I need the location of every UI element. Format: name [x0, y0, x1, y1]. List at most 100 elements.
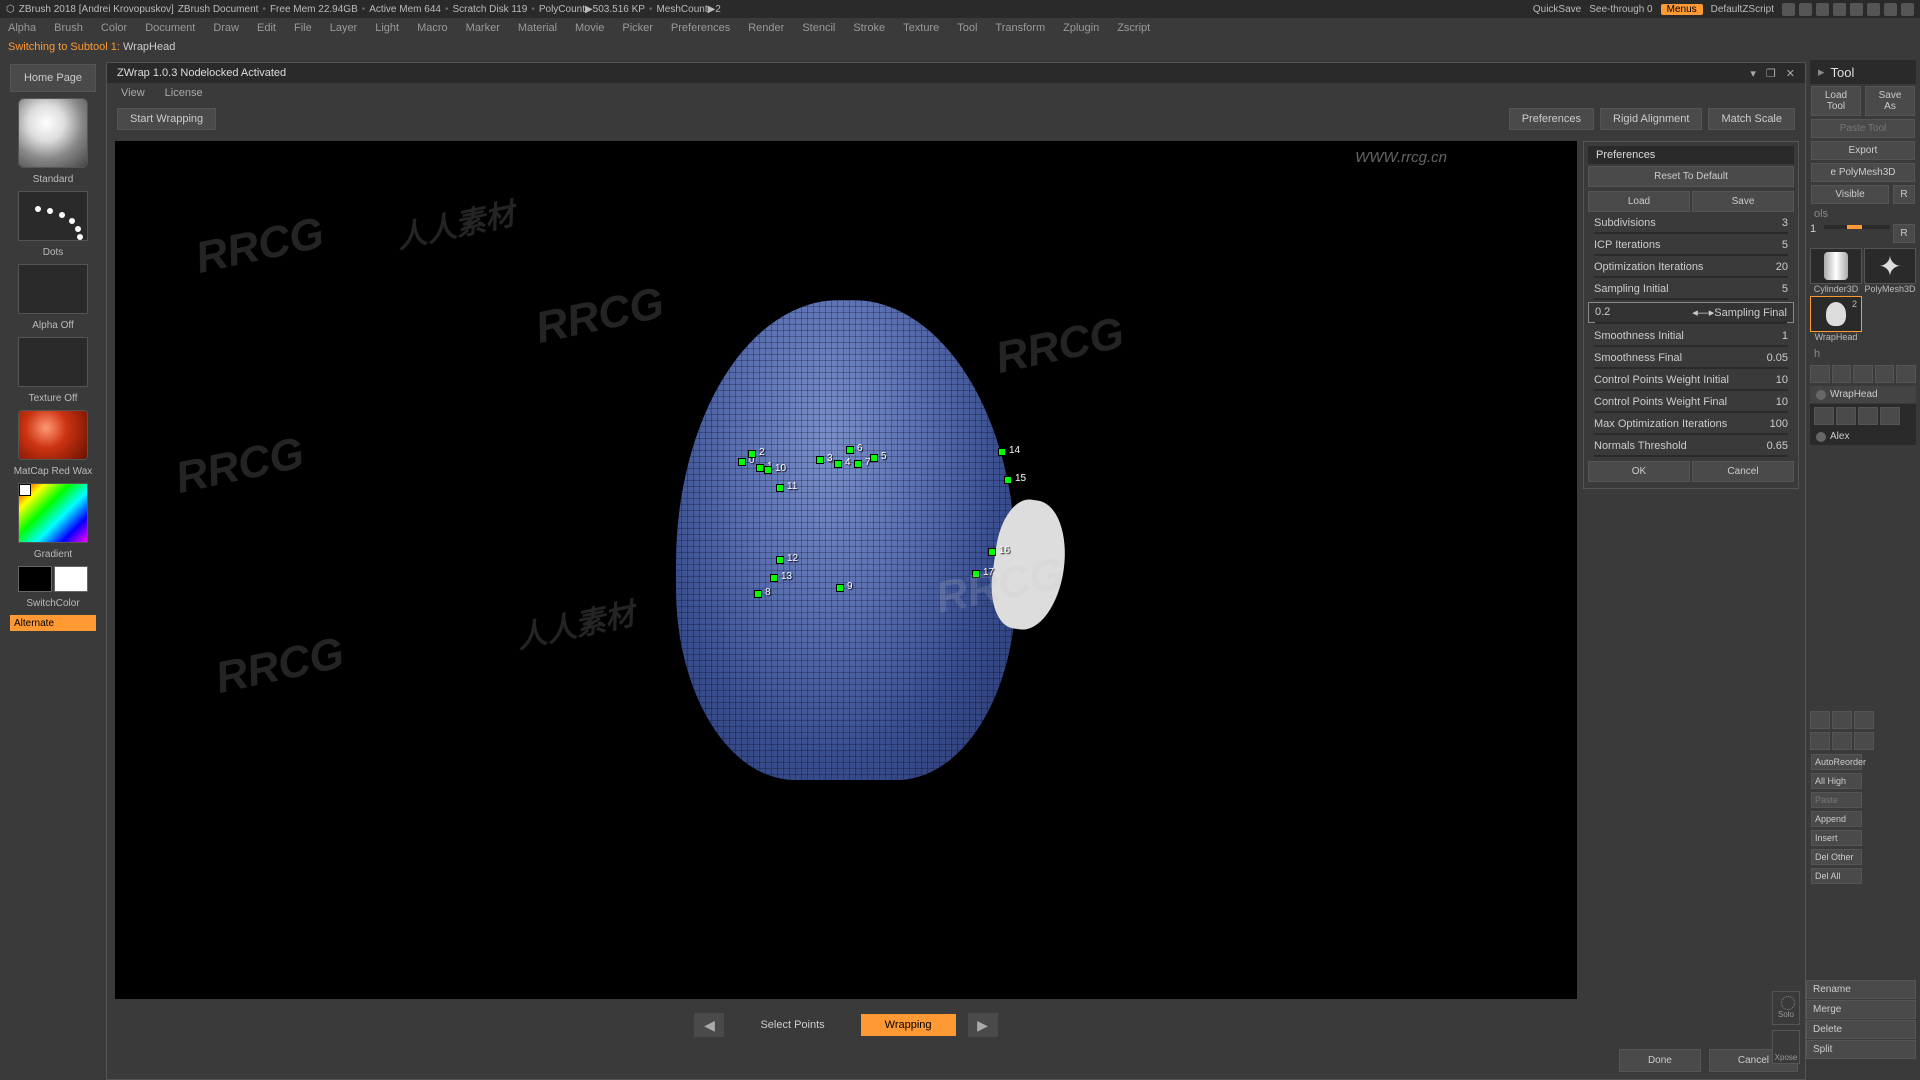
switchcolor-label[interactable]: SwitchColor: [26, 598, 79, 609]
swap-icon[interactable]: [1854, 732, 1874, 750]
step-select-points[interactable]: Select Points: [736, 1014, 848, 1036]
subtool-wraphead[interactable]: WrapHead: [1810, 386, 1916, 404]
stroke-thumbnail[interactable]: [18, 191, 88, 241]
menu-light[interactable]: Light: [375, 22, 399, 34]
color-picker[interactable]: [18, 483, 88, 543]
tool-cylinder[interactable]: Cylinder3D: [1810, 248, 1862, 294]
mini-icon[interactable]: [1896, 365, 1916, 383]
merge-button[interactable]: Merge: [1806, 1000, 1916, 1019]
subdivisions-slider[interactable]: Subdivisions3: [1588, 214, 1794, 232]
arrow-down-icon[interactable]: [1854, 711, 1874, 729]
maximize-icon[interactable]: [1884, 3, 1897, 16]
zwrap-menu-license[interactable]: License: [165, 87, 203, 99]
menu-layer[interactable]: Layer: [330, 22, 358, 34]
mini-icon[interactable]: [1810, 365, 1830, 383]
menu-transform[interactable]: Transform: [995, 22, 1045, 34]
menu-color[interactable]: Color: [101, 22, 127, 34]
subtool-vis-icon[interactable]: [1880, 407, 1900, 425]
menu-tool[interactable]: Tool: [957, 22, 977, 34]
zwrap-viewport[interactable]: WWW.rrcg.cn 0 1 2 3 4 5 6 7 8 9 10 11: [115, 141, 1577, 999]
make-polymesh-button[interactable]: e PolyMesh3D: [1811, 163, 1915, 182]
solo-button[interactable]: Solo: [1772, 991, 1800, 1025]
append-button[interactable]: Append: [1811, 811, 1862, 827]
max-opt-iterations-slider[interactable]: Max Optimization Iterations100: [1588, 415, 1794, 433]
step-wrapping[interactable]: Wrapping: [861, 1014, 956, 1036]
tool-polymesh[interactable]: ✦PolyMesh3D: [1864, 248, 1916, 294]
cp-weight-final-slider[interactable]: Control Points Weight Final10: [1588, 393, 1794, 411]
arrow-icon[interactable]: [1810, 732, 1830, 750]
lock-icon[interactable]: [1850, 3, 1863, 16]
default-zscript[interactable]: DefaultZScript: [1711, 4, 1774, 15]
rename-button[interactable]: Rename: [1806, 980, 1916, 999]
menu-alpha[interactable]: Alpha: [8, 22, 36, 34]
subtool-alex[interactable]: Alex: [1810, 428, 1916, 446]
cp-weight-initial-slider[interactable]: Control Points Weight Initial10: [1588, 371, 1794, 389]
delete-button[interactable]: Delete: [1806, 1020, 1916, 1039]
brush-thumbnail[interactable]: [18, 98, 88, 168]
zwrap-menu-view[interactable]: View: [121, 87, 145, 99]
allhigh-button[interactable]: All High: [1811, 773, 1862, 789]
tool-slider[interactable]: [1824, 225, 1890, 229]
close-icon[interactable]: ✕: [1786, 67, 1795, 80]
menu-stroke[interactable]: Stroke: [853, 22, 885, 34]
menu-document[interactable]: Document: [145, 22, 195, 34]
menu-picker[interactable]: Picker: [622, 22, 653, 34]
menu-texture[interactable]: Texture: [903, 22, 939, 34]
rigid-alignment-button[interactable]: Rigid Alignment: [1600, 108, 1702, 130]
pref-load-button[interactable]: Load: [1588, 191, 1690, 212]
done-button[interactable]: Done: [1619, 1049, 1701, 1072]
mini-icon[interactable]: [1853, 365, 1873, 383]
menu-zplugin[interactable]: Zplugin: [1063, 22, 1099, 34]
arrow-up-icon[interactable]: [1810, 711, 1830, 729]
r-button-2[interactable]: R: [1893, 224, 1915, 243]
pref-ok-button[interactable]: OK: [1588, 461, 1690, 482]
collapse-icon[interactable]: ▾: [1750, 67, 1756, 80]
layout-icon[interactable]: [1782, 3, 1795, 16]
layout-icon[interactable]: [1799, 3, 1812, 16]
close-icon[interactable]: [1901, 3, 1914, 16]
pref-save-button[interactable]: Save: [1692, 191, 1794, 212]
subtool-vis-icon[interactable]: [1858, 407, 1878, 425]
menu-render[interactable]: Render: [748, 22, 784, 34]
alpha-thumbnail[interactable]: [18, 264, 88, 314]
start-wrapping-button[interactable]: Start Wrapping: [117, 108, 216, 130]
export-button[interactable]: Export: [1811, 141, 1915, 160]
autoreorder-button[interactable]: AutoReorder: [1811, 754, 1862, 770]
r-button[interactable]: R: [1893, 185, 1915, 204]
menu-zscript[interactable]: Zscript: [1117, 22, 1150, 34]
maximize-icon[interactable]: ❐: [1766, 67, 1776, 80]
load-tool-button[interactable]: Load Tool: [1811, 86, 1861, 116]
menu-marker[interactable]: Marker: [466, 22, 500, 34]
minimize-icon[interactable]: [1867, 3, 1880, 16]
color-black[interactable]: [18, 566, 52, 592]
material-thumbnail[interactable]: [18, 410, 88, 460]
prev-step-button[interactable]: ◀: [694, 1013, 724, 1037]
visible-button[interactable]: Visible: [1811, 185, 1889, 204]
quicksave-button[interactable]: QuickSave: [1533, 4, 1581, 15]
pref-cancel-button[interactable]: Cancel: [1692, 461, 1794, 482]
zwrap-titlebar[interactable]: ZWrap 1.0.3 Nodelocked Activated ▾ ❐ ✕: [107, 63, 1805, 83]
optimization-iterations-slider[interactable]: Optimization Iterations20: [1588, 258, 1794, 276]
delother-button[interactable]: Del Other: [1811, 849, 1862, 865]
icp-iterations-slider[interactable]: ICP Iterations5: [1588, 236, 1794, 254]
save-as-button[interactable]: Save As: [1865, 86, 1915, 116]
sampling-final-slider[interactable]: 0.2◂—▸Sampling Final: [1588, 302, 1794, 323]
homepage-button[interactable]: Home Page: [10, 64, 96, 92]
menu-material[interactable]: Material: [518, 22, 557, 34]
menu-file[interactable]: File: [294, 22, 312, 34]
preferences-button[interactable]: Preferences: [1509, 108, 1594, 130]
insert-button[interactable]: Insert: [1811, 830, 1862, 846]
wrapped-mesh[interactable]: [676, 300, 1016, 780]
menu-movie[interactable]: Movie: [575, 22, 604, 34]
xpose-button[interactable]: Xpose: [1772, 1030, 1800, 1064]
layout-icon[interactable]: [1816, 3, 1829, 16]
menu-brush[interactable]: Brush: [54, 22, 83, 34]
mini-icon[interactable]: [1875, 365, 1895, 383]
delall-button[interactable]: Del All: [1811, 868, 1862, 884]
tool-header[interactable]: ▸Tool: [1810, 60, 1916, 84]
next-step-button[interactable]: ▶: [968, 1013, 998, 1037]
split-button[interactable]: Split: [1806, 1040, 1916, 1059]
alternate-toggle[interactable]: Alternate: [10, 615, 96, 631]
menu-preferences[interactable]: Preferences: [671, 22, 730, 34]
reset-to-default-button[interactable]: Reset To Default: [1588, 166, 1794, 187]
